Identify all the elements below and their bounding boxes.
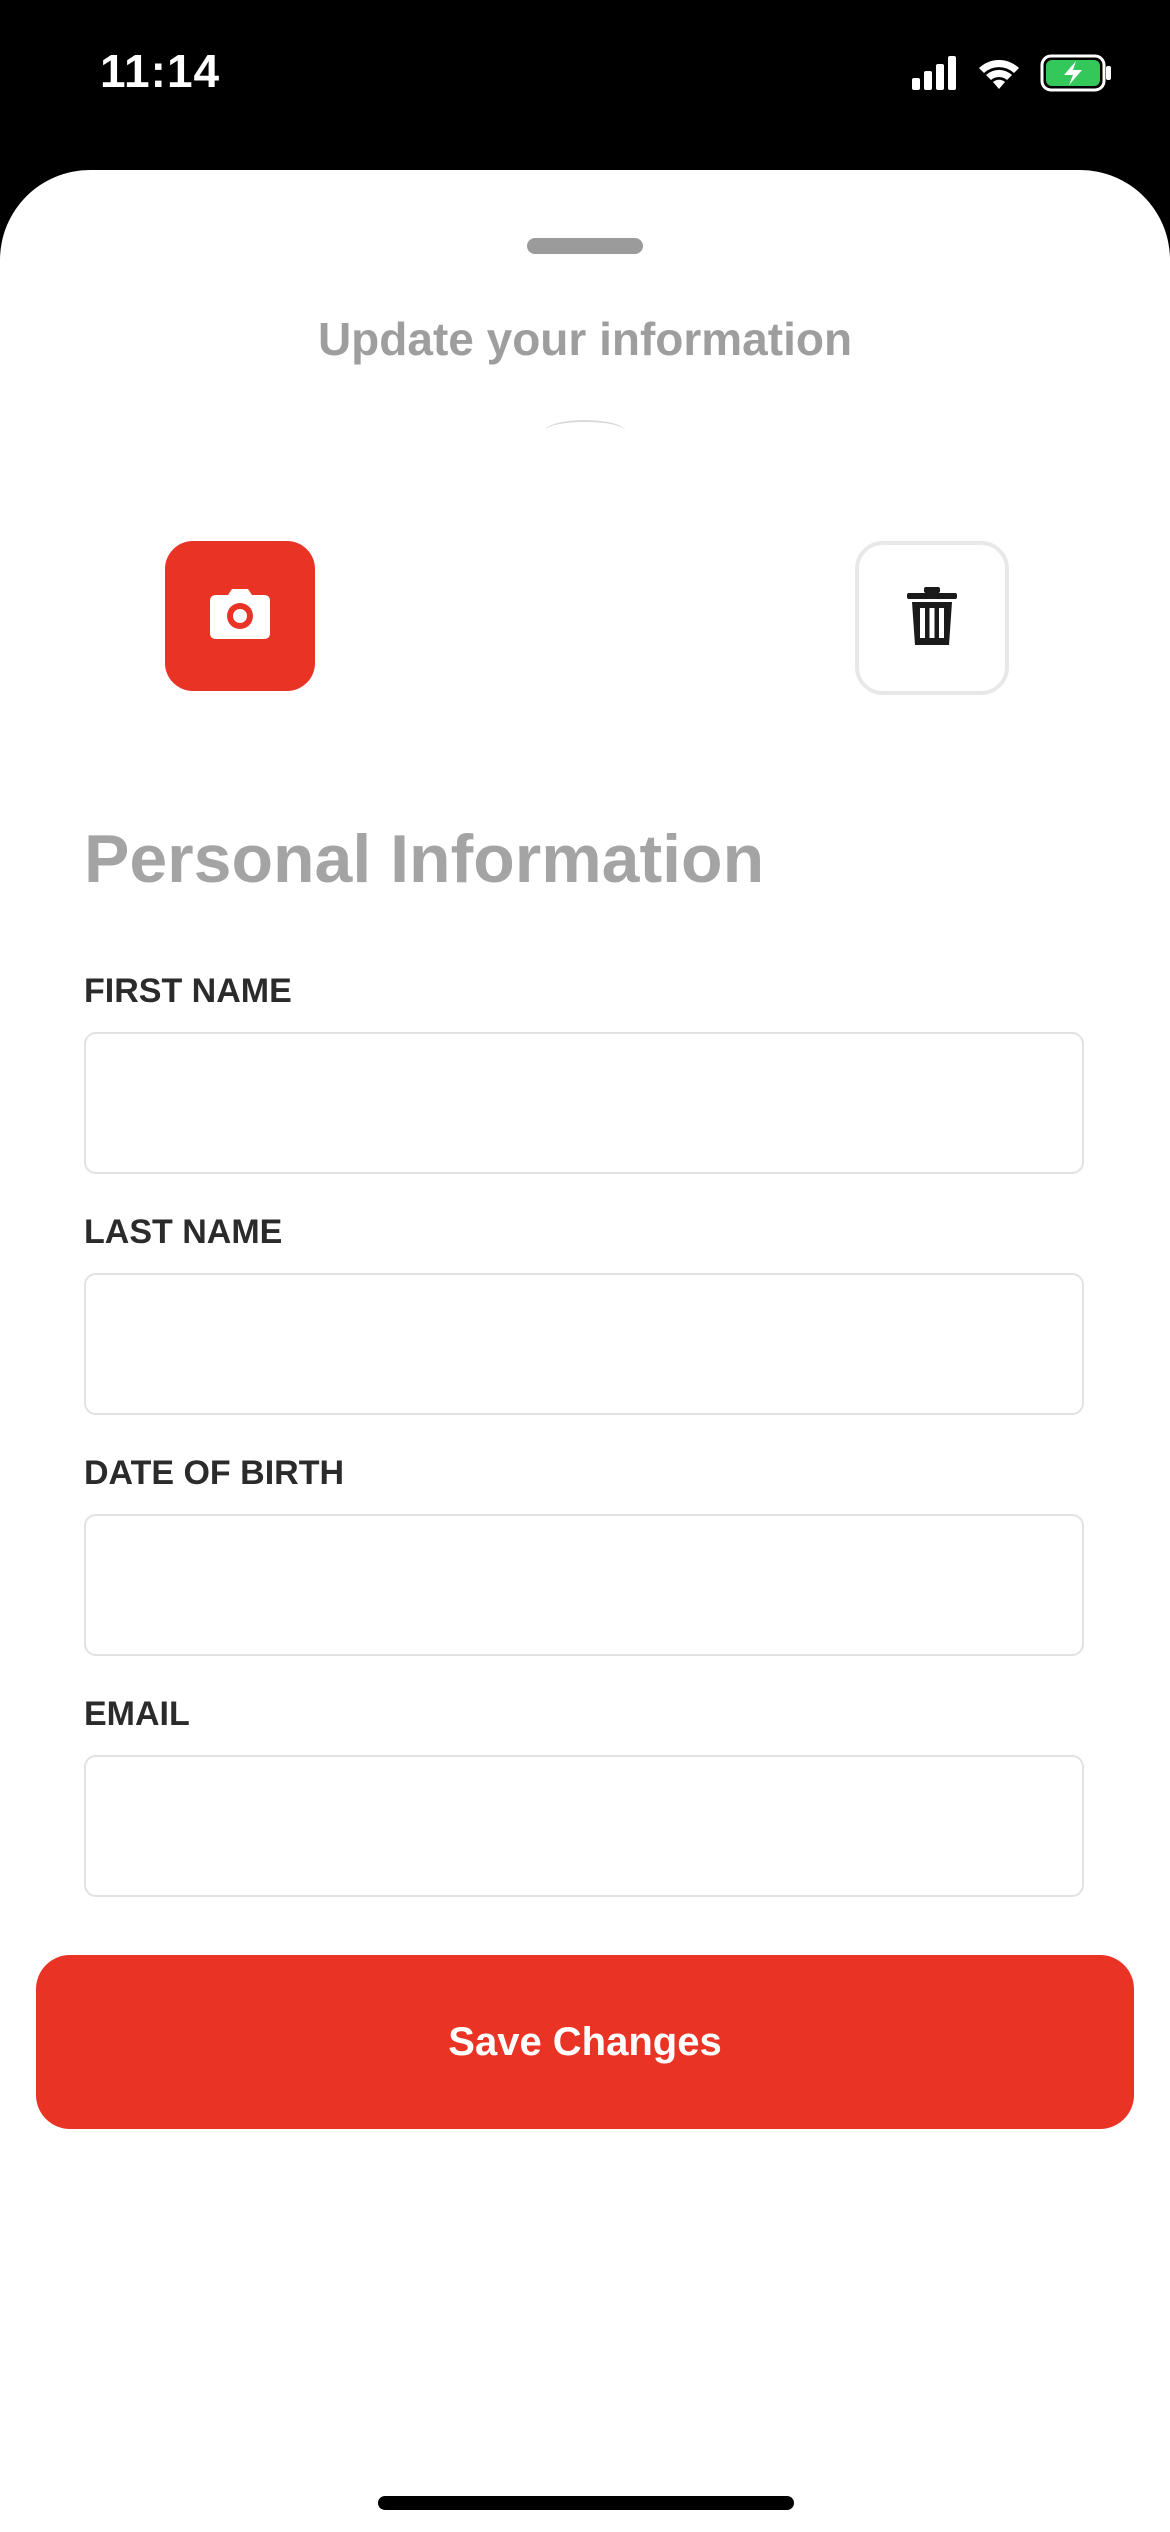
- section-title: Personal Information: [84, 821, 765, 897]
- email-label: EMAIL: [84, 1695, 190, 1733]
- sheet-grabber[interactable]: [527, 238, 643, 254]
- camera-icon: [210, 588, 270, 644]
- status-icons: [912, 50, 1112, 100]
- cellular-signal-icon: [912, 55, 958, 95]
- camera-button[interactable]: [165, 541, 315, 691]
- date-of-birth-label: DATE OF BIRTH: [84, 1454, 345, 1492]
- bottom-sheet: Update your information Personal Informa…: [0, 170, 1170, 2532]
- first-name-input[interactable]: [84, 1032, 1084, 1174]
- email-input[interactable]: [84, 1755, 1084, 1897]
- last-name-label: LAST NAME: [84, 1213, 283, 1251]
- last-name-input[interactable]: [84, 1273, 1084, 1415]
- status-bar: 11:14: [0, 0, 1170, 160]
- avatar-placeholder: [545, 420, 625, 442]
- status-time: 11:14: [100, 45, 221, 97]
- sheet-title: Update your information: [317, 313, 853, 365]
- home-indicator: [378, 2496, 794, 2510]
- date-of-birth-input[interactable]: [84, 1514, 1084, 1656]
- wifi-icon: [976, 55, 1022, 96]
- battery-charging-icon: [1040, 54, 1112, 97]
- delete-photo-button[interactable]: [855, 541, 1009, 695]
- trash-icon: [907, 586, 957, 650]
- save-changes-button[interactable]: Save Changes: [36, 1955, 1134, 2129]
- first-name-label: FIRST NAME: [84, 972, 292, 1010]
